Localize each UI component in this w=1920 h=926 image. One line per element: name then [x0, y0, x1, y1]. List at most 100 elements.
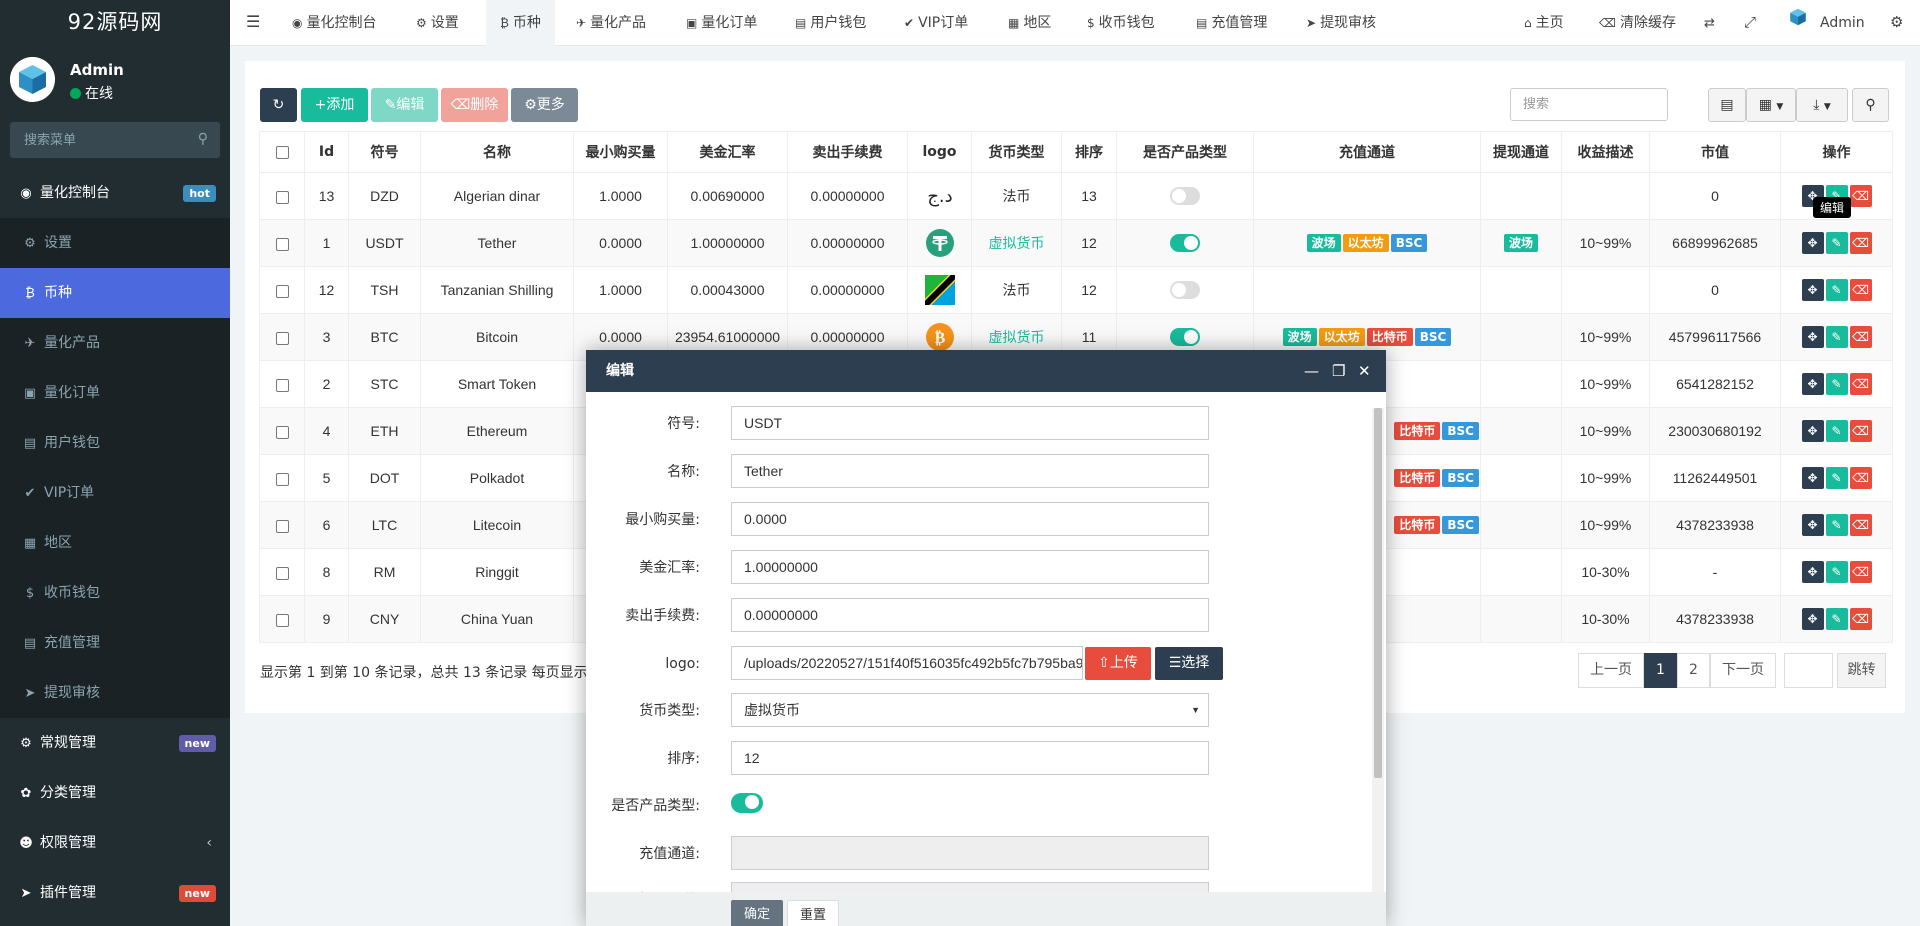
- row-select[interactable]: [259, 407, 305, 455]
- sidebar-item-settings[interactable]: ⚙ 设置: [0, 218, 230, 268]
- row-select[interactable]: [259, 501, 305, 549]
- col-desc[interactable]: 收益描述: [1561, 131, 1650, 173]
- tab-currency[interactable]: ₿ 币种: [486, 0, 555, 46]
- sidebar-item-recharge[interactable]: ▤ 充值管理: [0, 618, 230, 668]
- col-rate[interactable]: 美金汇率: [667, 131, 788, 173]
- app-logo[interactable]: 92源码网: [0, 0, 230, 47]
- move-button[interactable]: ✥: [1801, 608, 1824, 630]
- table-row[interactable]: 13 DZD Algerian dinar 1.0000 0.00690000 0.000…: [259, 172, 1893, 220]
- currency-type-select[interactable]: 虚拟货币 ▼: [731, 693, 1209, 727]
- row-delete-button[interactable]: ⌫: [1849, 561, 1872, 583]
- row-select[interactable]: [259, 548, 305, 596]
- col-logo[interactable]: logo: [907, 131, 972, 173]
- table-search-input[interactable]: [1510, 88, 1668, 121]
- row-edit-button[interactable]: ✎: [1825, 326, 1848, 348]
- col-symbol[interactable]: 符号: [348, 131, 421, 173]
- move-button[interactable]: ✥: [1801, 561, 1824, 583]
- row-delete-button[interactable]: ⌫: [1849, 373, 1872, 395]
- choose-button[interactable]: ☰选择: [1155, 647, 1223, 680]
- symbol-input[interactable]: [731, 406, 1209, 440]
- sidebar-item-quant-product[interactable]: ✈ 量化产品: [0, 318, 230, 368]
- move-button[interactable]: ✥: [1801, 373, 1824, 395]
- home-link[interactable]: ⌂ 主页: [1524, 0, 1564, 46]
- sidebar-item-category[interactable]: ✿ 分类管理: [0, 768, 230, 818]
- page-1-button[interactable]: 1: [1644, 653, 1677, 688]
- maximize-icon[interactable]: ❐: [1332, 350, 1345, 392]
- row-checkbox[interactable]: [275, 284, 289, 298]
- sidebar-item-quant-order[interactable]: ▣ 量化订单: [0, 368, 230, 418]
- col-sort[interactable]: 排序: [1061, 131, 1117, 173]
- row-edit-button[interactable]: ✎: [1825, 373, 1848, 395]
- row-select[interactable]: [259, 172, 305, 220]
- row-checkbox[interactable]: [275, 472, 289, 486]
- move-button[interactable]: ✥: [1801, 279, 1824, 301]
- row-checkbox[interactable]: [275, 331, 289, 345]
- toggle-view-button[interactable]: ▤: [1708, 88, 1746, 122]
- row-select[interactable]: [259, 454, 305, 502]
- settings-button[interactable]: ⚙: [1890, 0, 1907, 46]
- tab-quant-order[interactable]: ▣ 量化订单: [686, 0, 757, 46]
- product-toggle[interactable]: [1170, 187, 1200, 206]
- sidebar-item-user-wallet[interactable]: ▤ 用户钱包: [0, 418, 230, 468]
- sidebar-item-permission[interactable]: ☻ 权限管理 ‹: [0, 818, 230, 868]
- sidebar-item-withdraw-review[interactable]: ➤ 提现审核: [0, 668, 230, 718]
- col-name[interactable]: 名称: [420, 131, 574, 173]
- menu-search-input[interactable]: [10, 122, 220, 158]
- reset-button[interactable]: 重置: [787, 900, 839, 926]
- row-delete-button[interactable]: ⌫: [1849, 185, 1872, 207]
- min-buy-input[interactable]: [731, 502, 1209, 536]
- sidebar-item-dashboard[interactable]: ◉ 量化控制台 hot: [0, 168, 230, 218]
- row-edit-button[interactable]: ✎: [1825, 279, 1848, 301]
- product-toggle[interactable]: [1170, 234, 1200, 253]
- row-delete-button[interactable]: ⌫: [1849, 467, 1872, 489]
- row-delete-button[interactable]: ⌫: [1849, 279, 1872, 301]
- row-edit-button[interactable]: ✎: [1825, 420, 1848, 442]
- row-delete-button[interactable]: ⌫: [1849, 420, 1872, 442]
- row-checkbox[interactable]: [275, 378, 289, 392]
- delete-button[interactable]: ⌫删除: [441, 88, 508, 122]
- move-button[interactable]: ✥: [1801, 232, 1824, 254]
- col-product[interactable]: 是否产品类型: [1116, 131, 1254, 173]
- fullscreen-button[interactable]: ⤢: [1744, 0, 1760, 46]
- col-fee[interactable]: 卖出手续费: [787, 131, 908, 173]
- close-icon[interactable]: ✕: [1358, 350, 1371, 392]
- clear-cache-link[interactable]: ⌫ 清除缓存: [1599, 0, 1676, 46]
- row-checkbox[interactable]: [275, 613, 289, 627]
- sell-fee-input[interactable]: [731, 598, 1209, 632]
- dialog-scrollbar[interactable]: [1372, 408, 1384, 898]
- select-all-checkbox[interactable]: [275, 145, 289, 159]
- row-edit-button[interactable]: ✎: [1825, 561, 1848, 583]
- sidebar-item-general[interactable]: ⚙ 常规管理 new: [0, 718, 230, 768]
- tab-quant-product[interactable]: ✈ 量化产品: [576, 0, 646, 46]
- col-type[interactable]: 货币类型: [971, 131, 1062, 173]
- row-checkbox[interactable]: [275, 425, 289, 439]
- tab-region[interactable]: ▦ 地区: [1008, 0, 1051, 46]
- tab-dashboard[interactable]: ◉ 量化控制台: [292, 0, 376, 46]
- jump-page-input[interactable]: [1784, 653, 1833, 688]
- row-delete-button[interactable]: ⌫: [1849, 232, 1872, 254]
- sort-input[interactable]: [731, 741, 1209, 775]
- sidebar-toggle[interactable]: ☰: [246, 0, 264, 46]
- table-row[interactable]: 12 TSH Tanzanian Shilling 1.0000 0.00043000 0…: [259, 266, 1893, 314]
- product-toggle[interactable]: [1170, 281, 1200, 300]
- row-checkbox[interactable]: [275, 237, 289, 251]
- tab-user-wallet[interactable]: ▤ 用户钱包: [795, 0, 866, 46]
- page-2-button[interactable]: 2: [1677, 653, 1710, 688]
- add-button[interactable]: +添加: [301, 88, 368, 122]
- row-select[interactable]: [259, 360, 305, 408]
- row-select[interactable]: [259, 595, 305, 643]
- cell-logo[interactable]: د.ج: [907, 172, 972, 220]
- move-button[interactable]: ✥: [1801, 326, 1824, 348]
- tab-vip-order[interactable]: ✔ VIP订单: [904, 0, 968, 46]
- export-button[interactable]: ⤓ ▼: [1796, 88, 1848, 122]
- search-icon[interactable]: ⚲: [198, 132, 208, 146]
- sidebar-item-plugin[interactable]: ➤ 插件管理 new: [0, 868, 230, 918]
- sidebar-item-vip-order[interactable]: ✔ VIP订单: [0, 468, 230, 518]
- upload-button[interactable]: ⇧上传: [1085, 647, 1151, 680]
- prev-page-button[interactable]: 上一页: [1578, 653, 1644, 688]
- row-select[interactable]: [259, 219, 305, 267]
- row-checkbox[interactable]: [275, 519, 289, 533]
- confirm-button[interactable]: 确定: [731, 900, 783, 926]
- row-edit-button[interactable]: ✎: [1825, 514, 1848, 536]
- sidebar-item-region[interactable]: ▦ 地区: [0, 518, 230, 568]
